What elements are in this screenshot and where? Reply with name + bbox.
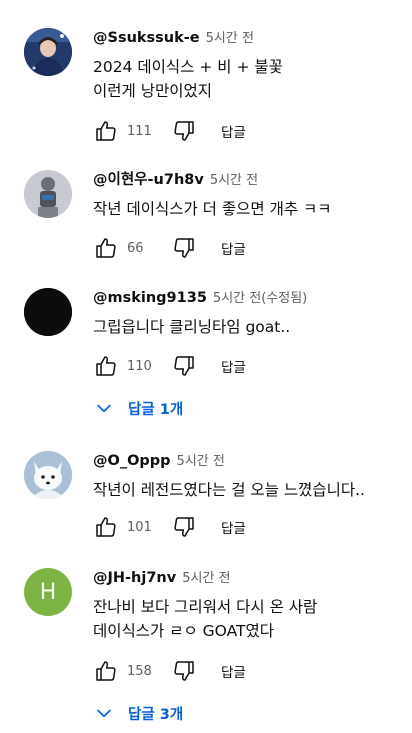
dislike-button[interactable] <box>171 353 197 379</box>
avatar-photo-icon <box>24 28 72 76</box>
dislike-button[interactable] <box>171 118 197 144</box>
comment-actions: 101 답글 <box>93 513 246 541</box>
comment-author[interactable]: @msking9135 <box>93 290 207 306</box>
comment-text: 작년이 레전드였다는 걸 오늘 느꼈습니다.. <box>93 478 404 502</box>
like-button[interactable] <box>93 658 119 684</box>
avatar[interactable] <box>24 170 72 218</box>
chevron-down-icon <box>97 709 111 718</box>
reply-button[interactable]: 답글 <box>221 356 246 376</box>
thumbs-up-icon <box>96 238 116 258</box>
comment-text: 잔나비 보다 그리워서 다시 온 사람 데이식스가 ㄹㅇ GOAT였다 <box>93 595 404 643</box>
reply-button[interactable]: 답글 <box>221 238 246 258</box>
like-count: 111 <box>127 123 152 139</box>
like-button[interactable] <box>93 353 119 379</box>
avatar[interactable] <box>24 451 72 499</box>
thumbs-down-icon <box>174 356 194 376</box>
thumbs-down-icon <box>174 121 194 141</box>
view-replies-button[interactable]: 답글 1개 <box>94 395 183 421</box>
comment-time: 5시간 전 <box>209 173 259 188</box>
like-count: 158 <box>127 663 152 679</box>
dislike-button[interactable] <box>171 514 197 540</box>
avatar-photo-icon <box>24 170 72 218</box>
comment-line: 잔나비 보다 그리워서 다시 온 사람 <box>93 598 318 616</box>
comment-text: 작년 데이식스가 더 좋으면 개추 ㅋㅋ <box>93 197 404 221</box>
view-replies-label: 답글 3개 <box>128 706 184 723</box>
comment-author[interactable]: @Ssukssuk-e <box>93 30 200 46</box>
comment-actions: 66 답글 <box>93 234 246 262</box>
comment-line: 이런게 낭만이었지 <box>93 82 213 100</box>
thumbs-up-icon <box>96 121 116 141</box>
avatar[interactable] <box>24 28 72 76</box>
comment-time: 5시간 전 <box>182 571 231 586</box>
comment-time: 5시간 전(수정됨) <box>212 291 308 306</box>
chevron-down-icon <box>97 404 111 413</box>
comment-line: 작년 데이식스가 더 좋으면 개추 ㅋㅋ <box>93 200 332 218</box>
thumbs-down-icon <box>174 517 194 537</box>
like-button[interactable] <box>93 235 119 261</box>
comment-time: 5시간 전 <box>205 31 254 46</box>
comment-actions: 111 답글 <box>93 117 246 145</box>
comment-line: 2024 데이식스 + 비 + 불꽃 <box>93 58 283 76</box>
comment-author[interactable]: @이현우-u7h8v <box>93 172 204 188</box>
like-count: 101 <box>127 519 152 535</box>
avatar[interactable] <box>24 288 72 336</box>
comment-actions: 158 답글 <box>93 657 246 685</box>
avatar-photo-icon <box>24 451 72 499</box>
comment-line: 데이식스가 ㄹㅇ GOAT였다 <box>93 622 275 640</box>
comment-author[interactable]: @O_Oppp <box>93 453 171 469</box>
comment-actions: 110 답글 <box>93 352 246 380</box>
thumbs-down-icon <box>174 238 194 258</box>
dislike-button[interactable] <box>171 235 197 261</box>
dislike-button[interactable] <box>171 658 197 684</box>
comment-author[interactable]: @JH-hj7nv <box>93 570 176 586</box>
thumbs-up-icon <box>96 517 116 537</box>
comment-text: 그립읍니다 클리닝타임 goat.. <box>93 315 404 339</box>
comment-line: 그립읍니다 클리닝타임 goat.. <box>93 318 291 336</box>
view-replies-label: 답글 1개 <box>128 401 184 418</box>
thumbs-up-icon <box>96 356 116 376</box>
reply-button[interactable]: 답글 <box>221 661 246 681</box>
reply-button[interactable]: 답글 <box>221 517 246 537</box>
like-button[interactable] <box>93 514 119 540</box>
like-count: 66 <box>127 240 144 256</box>
comment-time: 5시간 전 <box>176 454 225 469</box>
view-replies-button[interactable]: 답글 3개 <box>94 700 183 726</box>
like-count: 110 <box>127 358 152 374</box>
reply-button[interactable]: 답글 <box>221 121 246 141</box>
like-button[interactable] <box>93 118 119 144</box>
avatar-photo-icon <box>24 288 72 336</box>
comment-text: 2024 데이식스 + 비 + 불꽃 이런게 낭만이었지 <box>93 55 404 103</box>
thumbs-down-icon <box>174 661 194 681</box>
avatar-letter: H <box>39 579 57 605</box>
avatar[interactable]: H <box>24 568 72 616</box>
thumbs-up-icon <box>96 661 116 681</box>
comment-line: 작년이 레전드였다는 걸 오늘 느꼈습니다.. <box>93 481 365 499</box>
